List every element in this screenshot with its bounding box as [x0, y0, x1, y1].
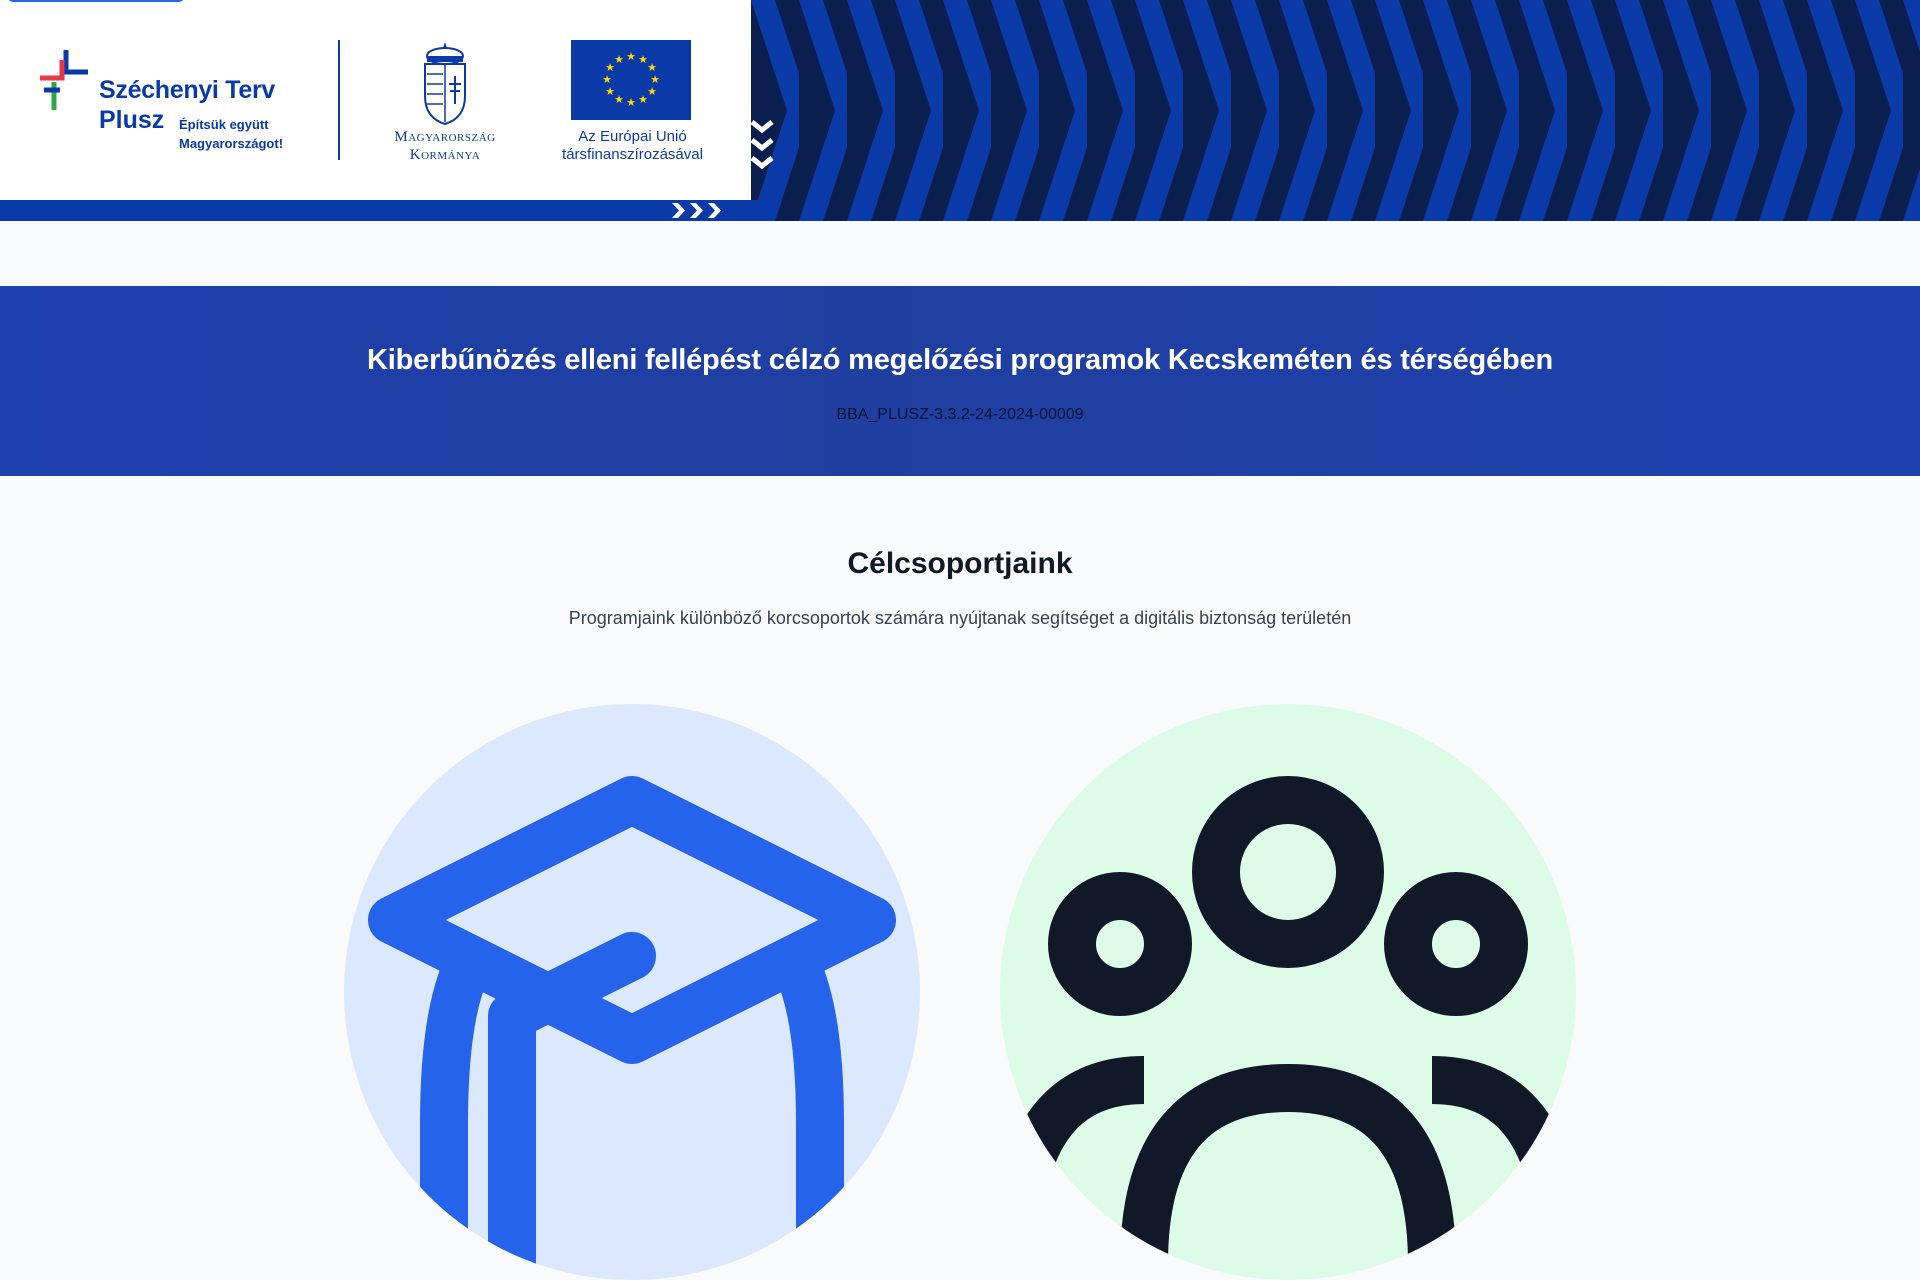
banner-bottom-bar [0, 200, 760, 221]
szechenyi-slogan: Építsük együtt Magyarországot! [179, 115, 319, 153]
szechenyi-cross-icon [40, 50, 88, 110]
eu-text-line-2: társfinanszírozásával [562, 146, 703, 163]
project-title: Kiberbűnözés elleni fellépést célzó mege… [367, 344, 1553, 376]
graduation-cap-icon [368, 776, 896, 1280]
skip-link-tab[interactable] [8, 0, 184, 2]
users-group-icon [1000, 776, 1576, 1265]
eu-flag-icon: ★ ★ ★ ★ ★ ★ ★ ★ ★ ★ ★ ★ [571, 40, 691, 120]
down-chevrons-icon [750, 120, 774, 170]
chevron-stripe-pattern [751, 0, 1920, 221]
svg-text:★: ★ [626, 50, 636, 63]
svg-text:★: ★ [626, 96, 636, 109]
target-group-community-card[interactable] [1000, 704, 1576, 1280]
svg-text:★: ★ [614, 93, 624, 106]
eu-cofinancing-label: Az Európai Unió társfinanszírozásával [540, 128, 725, 164]
funding-banner: Széchenyi Terv Plusz Építsük együtt Magy… [0, 0, 1920, 221]
svg-text:★: ★ [602, 73, 612, 86]
target-groups-title: Célcsoportjaink [847, 547, 1073, 580]
eu-text-line-1: Az Európai Unió [578, 128, 687, 145]
project-code: BBA_PLUSZ-3.3.2-24-2024-00009 [836, 406, 1084, 423]
target-group-students-card[interactable] [344, 704, 920, 1280]
coat-of-arms-icon [424, 42, 466, 126]
bottom-chevrons-icon [672, 203, 721, 218]
logo-divider [338, 40, 340, 160]
svg-text:★: ★ [638, 93, 648, 106]
szechenyi-terv-title: Széchenyi Terv [99, 76, 275, 104]
government-name-line-1: Magyarország [394, 129, 496, 145]
svg-text:★: ★ [614, 53, 624, 66]
project-header: Kiberbűnözés elleni fellépést célzó mege… [0, 286, 1920, 476]
svg-text:★: ★ [605, 85, 615, 98]
government-name: Magyarország Kormánya [370, 128, 520, 164]
svg-text:★: ★ [647, 85, 657, 98]
target-groups-subtitle: Programjaink különböző korcsoportok szám… [568, 608, 1352, 628]
slogan-line-2: Magyarországot! [179, 136, 284, 151]
slogan-line-1: Építsük együtt [179, 117, 269, 132]
szechenyi-plus-label: Plusz [99, 106, 165, 134]
government-name-line-2: Kormánya [409, 147, 481, 163]
